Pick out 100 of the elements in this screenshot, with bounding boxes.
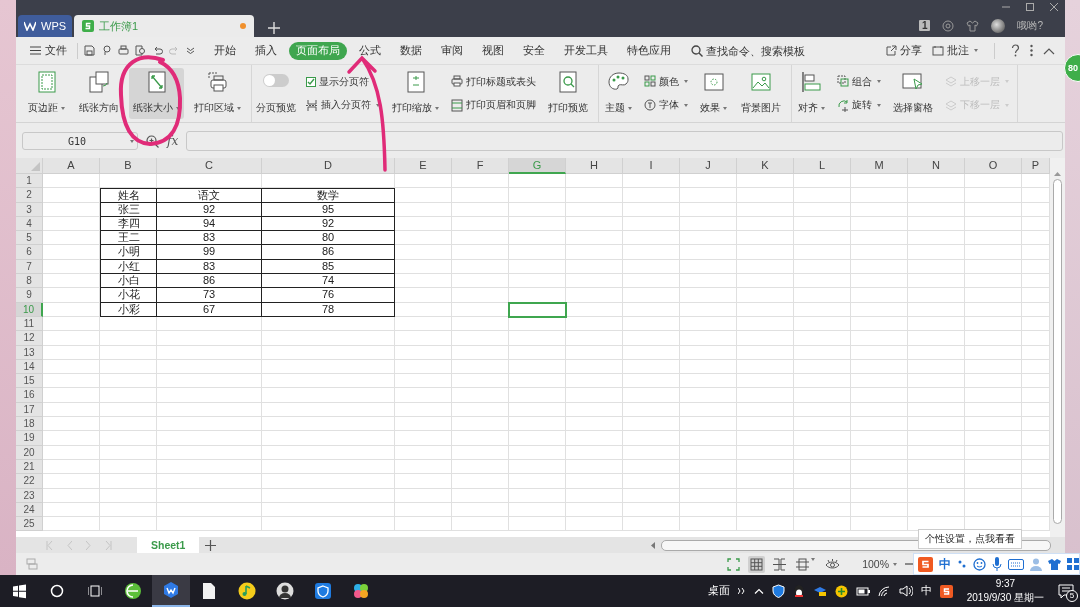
row-header[interactable]: 16 bbox=[16, 388, 43, 403]
column-header[interactable]: D bbox=[262, 158, 395, 174]
sheet-tab[interactable]: Sheet1 bbox=[137, 537, 200, 553]
column-header[interactable]: E bbox=[395, 158, 452, 174]
shirt-icon[interactable] bbox=[1048, 558, 1061, 570]
menu-tab[interactable]: 视图 bbox=[475, 41, 511, 60]
column-header[interactable]: I bbox=[623, 158, 680, 174]
ribbon-button[interactable]: 主题 bbox=[601, 68, 636, 119]
battery-icon[interactable] bbox=[855, 586, 870, 596]
column-header[interactable]: N bbox=[908, 158, 965, 174]
shield-icon[interactable] bbox=[314, 582, 332, 600]
hexagon-icon[interactable] bbox=[162, 581, 180, 599]
row-header[interactable]: 2 bbox=[16, 188, 43, 203]
window-tab[interactable]: WPS bbox=[18, 15, 73, 37]
column-header[interactable]: F bbox=[452, 158, 509, 174]
menu-tab[interactable]: 公式 bbox=[352, 41, 388, 60]
row-header[interactable]: 19 bbox=[16, 431, 43, 446]
file-icon[interactable] bbox=[200, 582, 218, 600]
print-icon[interactable] bbox=[118, 45, 129, 56]
close-icon[interactable] bbox=[1049, 2, 1059, 12]
start-icon[interactable] bbox=[11, 583, 27, 599]
microphone-icon[interactable] bbox=[992, 557, 1002, 571]
column-header[interactable]: H bbox=[566, 158, 623, 174]
ribbon-button[interactable]: 页边距 bbox=[24, 68, 69, 119]
punctuation-icon[interactable] bbox=[957, 559, 967, 569]
row-header[interactable]: 8 bbox=[16, 274, 43, 289]
comment-button[interactable]: 批注 bbox=[932, 43, 978, 58]
coin-icon[interactable] bbox=[942, 19, 955, 32]
row-header[interactable]: 9 bbox=[16, 288, 43, 303]
page-layout-icon[interactable] bbox=[796, 557, 810, 571]
ribbon-button[interactable]: 颜色 bbox=[642, 73, 690, 90]
task-view-icon[interactable] bbox=[88, 584, 102, 598]
column-header[interactable]: L bbox=[794, 158, 851, 174]
name-box[interactable]: G10 bbox=[22, 132, 138, 150]
search-field[interactable]: 查找命令、搜索模板 bbox=[706, 44, 806, 57]
column-header[interactable]: M bbox=[851, 158, 908, 174]
menu-tab[interactable]: 安全 bbox=[516, 41, 552, 60]
show-hidden-icon[interactable] bbox=[753, 588, 764, 594]
globe-icon[interactable] bbox=[124, 582, 142, 600]
save-icon[interactable] bbox=[84, 45, 95, 56]
row-header[interactable]: 12 bbox=[16, 331, 43, 346]
ribbon-button[interactable]: 纸张方向 bbox=[75, 68, 123, 119]
scroll-left-icon[interactable] bbox=[651, 541, 655, 549]
chevron-icon[interactable] bbox=[186, 46, 195, 55]
column-header[interactable]: P bbox=[1022, 158, 1050, 174]
column-header[interactable]: B bbox=[100, 158, 157, 174]
page-break-view-icon[interactable] bbox=[773, 557, 787, 571]
speaker-icon[interactable] bbox=[898, 585, 913, 597]
clover-icon[interactable] bbox=[352, 582, 370, 600]
smiley-icon[interactable] bbox=[973, 557, 986, 571]
more-icon[interactable] bbox=[1030, 44, 1033, 57]
music-icon[interactable] bbox=[238, 582, 256, 600]
scroll-up-icon[interactable] bbox=[1054, 172, 1061, 176]
ribbon-button[interactable]: 旋转 bbox=[835, 97, 883, 114]
shield-icon[interactable] bbox=[771, 584, 785, 598]
add-sheet-icon[interactable] bbox=[205, 539, 217, 551]
row-header[interactable]: 18 bbox=[16, 417, 43, 432]
ribbon-button[interactable]: 打印标题或表头 bbox=[449, 73, 538, 90]
wifi-icon[interactable] bbox=[877, 585, 891, 597]
eye-icon[interactable] bbox=[825, 558, 841, 570]
ribbon-button[interactable]: 纸张大小 bbox=[129, 68, 184, 119]
tiles-icon[interactable] bbox=[1067, 558, 1079, 570]
zoom-icon[interactable] bbox=[146, 134, 159, 148]
ribbon-button[interactable]: 组合 bbox=[835, 73, 883, 90]
ribbon-button[interactable]: 背景图片 bbox=[737, 68, 785, 119]
row-header[interactable]: 1 bbox=[16, 174, 43, 189]
undo-icon[interactable] bbox=[152, 45, 163, 56]
formula-field[interactable] bbox=[186, 131, 1063, 151]
ribbon-button[interactable]: 插入分页符 bbox=[304, 97, 382, 114]
row-header[interactable]: 25 bbox=[16, 517, 43, 532]
column-header[interactable]: O bbox=[965, 158, 1022, 174]
grid-view-icon[interactable] bbox=[750, 557, 764, 571]
notification-icon[interactable] bbox=[1058, 583, 1074, 599]
file-menu-button[interactable]: 文件 bbox=[26, 43, 71, 58]
menu-tab[interactable]: 特色应用 bbox=[620, 41, 678, 60]
avatar-icon[interactable] bbox=[276, 582, 294, 600]
double-chevron-icon[interactable] bbox=[737, 588, 746, 594]
column-header[interactable]: J bbox=[680, 158, 737, 174]
ribbon-button[interactable]: 打印缩放 bbox=[388, 68, 443, 119]
menu-tab[interactable]: 数据 bbox=[393, 41, 429, 60]
avatar[interactable] bbox=[991, 18, 1006, 33]
ribbon-button[interactable]: 打印页眉和页脚 bbox=[449, 97, 538, 114]
ribbon-button[interactable]: 打印区域 bbox=[190, 68, 245, 119]
search-icon[interactable] bbox=[50, 584, 64, 598]
row-header[interactable]: 22 bbox=[16, 474, 43, 489]
row-header[interactable]: 5 bbox=[16, 231, 43, 246]
maximize-icon[interactable] bbox=[1025, 2, 1035, 12]
menu-tab[interactable]: 插入 bbox=[248, 41, 284, 60]
row-header[interactable]: 6 bbox=[16, 245, 43, 260]
ribbon-button[interactable]: 选择窗格 bbox=[889, 68, 937, 119]
column-header[interactable]: C bbox=[157, 158, 262, 174]
ribbon-button[interactable]: 字体 bbox=[642, 97, 690, 114]
share-button[interactable]: 分享 bbox=[886, 43, 922, 58]
column-header[interactable]: K bbox=[737, 158, 794, 174]
ribbon-button[interactable]: 效果 bbox=[696, 68, 731, 119]
print-preview-icon[interactable] bbox=[135, 45, 146, 56]
menu-tab[interactable]: 开始 bbox=[207, 41, 243, 60]
cap-icon[interactable] bbox=[812, 585, 827, 597]
sogou-icon[interactable] bbox=[939, 584, 953, 598]
menu-tab[interactable]: 审阅 bbox=[434, 41, 470, 60]
